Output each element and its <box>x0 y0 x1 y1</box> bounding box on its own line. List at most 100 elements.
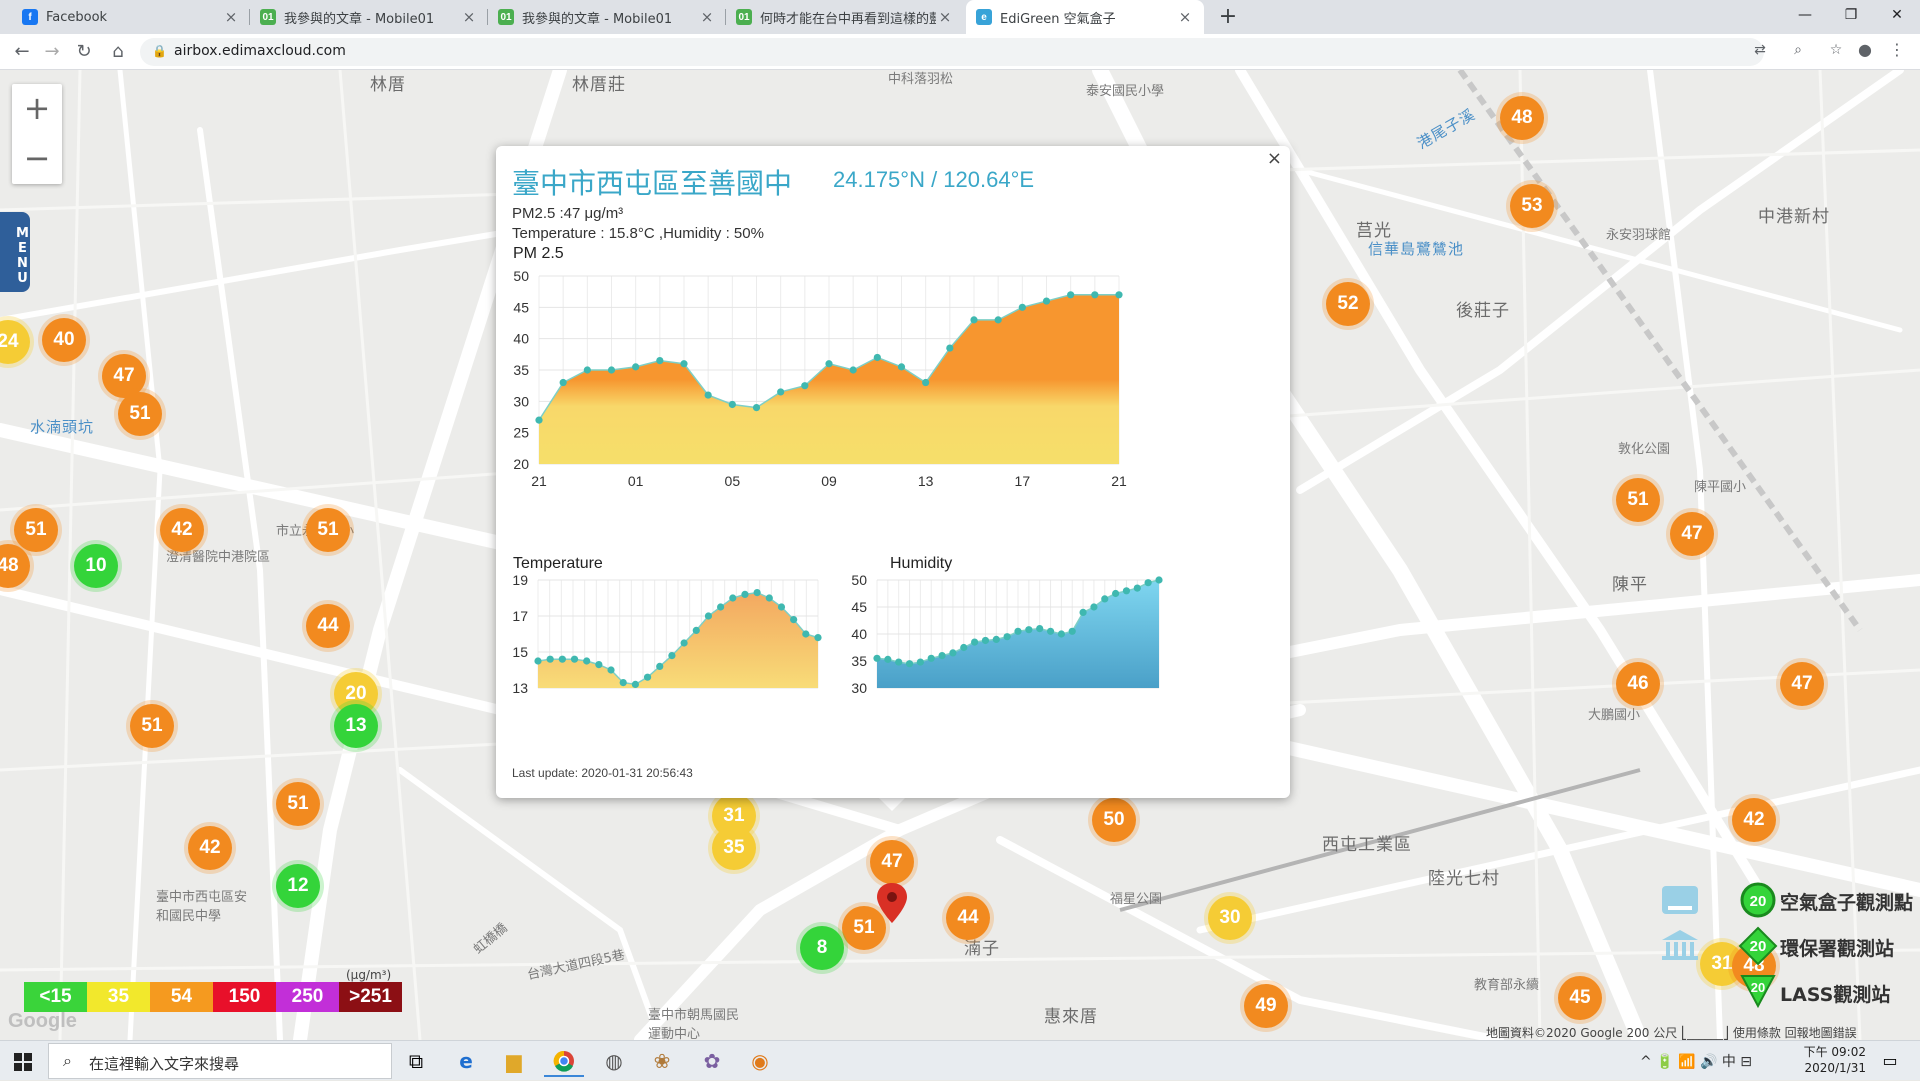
data-point <box>1133 584 1141 592</box>
data-point <box>631 680 639 688</box>
airbox-marker[interactable]: 12 <box>276 864 320 908</box>
minimize-button[interactable]: — <box>1782 0 1828 30</box>
airbox-marker[interactable]: 51 <box>118 392 162 436</box>
zoom-control: + − <box>12 84 62 184</box>
map-label: 中科落羽松 <box>888 72 954 87</box>
airbox-marker[interactable]: 30 <box>1208 896 1252 940</box>
legend-cell: 250 <box>276 982 339 1012</box>
task-view-icon[interactable]: ⧉ <box>396 1045 436 1077</box>
airbox-marker[interactable]: 51 <box>130 704 174 748</box>
airbox-marker[interactable]: 8 <box>800 926 844 970</box>
taskbar-search[interactable]: ⌕ 在這裡輸入文字來搜尋 <box>48 1043 392 1079</box>
profile-icon[interactable]: ● <box>1852 40 1878 64</box>
reload-icon[interactable]: ↻ <box>70 38 98 66</box>
tab-close-icon[interactable]: × <box>936 8 954 26</box>
restore-button[interactable]: ❐ <box>1828 0 1874 30</box>
airbox-marker[interactable]: 51 <box>1616 478 1660 522</box>
tab-close-icon[interactable]: × <box>460 8 478 26</box>
airbox-marker[interactable]: 51 <box>14 508 58 552</box>
airbox-marker[interactable]: 50 <box>1092 798 1136 842</box>
airbox-marker[interactable]: 44 <box>946 896 990 940</box>
y-tick-label: 40 <box>851 626 867 642</box>
data-point <box>741 590 749 598</box>
y-tick-label: 50 <box>851 572 867 588</box>
sample-value: 20 <box>1751 980 1765 995</box>
tab-mobile01-2[interactable]: 01 我參與的文章 - Mobile01 × <box>488 0 726 34</box>
data-point <box>656 357 664 365</box>
home-icon[interactable]: ⌂ <box>104 38 132 66</box>
location-pin-icon[interactable] <box>877 883 907 923</box>
clock[interactable]: 下午 09:02 2020/1/31 <box>1796 1044 1866 1076</box>
close-icon[interactable]: × <box>1267 148 1282 169</box>
airbox-marker[interactable]: 13 <box>334 704 378 748</box>
airbox-marker[interactable]: 35 <box>712 826 756 870</box>
airbox-marker[interactable]: 42 <box>160 508 204 552</box>
tab-close-icon[interactable]: × <box>698 8 716 26</box>
app-icon[interactable]: ◍ <box>594 1045 634 1077</box>
airbox-marker[interactable]: 49 <box>1244 984 1288 1028</box>
windows-start-icon[interactable] <box>6 1049 40 1075</box>
y-tick-label: 13 <box>512 680 528 696</box>
airbox-marker[interactable]: 42 <box>188 826 232 870</box>
airbox-marker[interactable]: 44 <box>306 604 350 648</box>
bookmark-star-icon[interactable]: ☆ <box>1824 42 1848 62</box>
data-point <box>1101 595 1109 603</box>
tab-mobile01-3[interactable]: 01 何時才能在台中再看到這樣的藍天 × <box>726 0 964 34</box>
tab-edigreen[interactable]: e EdiGreen 空氣盒子 × <box>966 0 1204 34</box>
tab-close-icon[interactable]: × <box>1176 8 1194 26</box>
data-point <box>595 661 603 669</box>
map-label: 臺中市西屯區安和國民中學 <box>156 890 248 924</box>
data-point <box>960 643 968 652</box>
tab-mobile01-1[interactable]: 01 我參與的文章 - Mobile01 × <box>250 0 488 34</box>
data-point <box>1067 291 1075 299</box>
epa-legend-label: 環保署觀測站 <box>1780 938 1895 960</box>
tab-close-icon[interactable]: × <box>222 8 240 26</box>
airbox-marker[interactable]: 47 <box>1670 512 1714 556</box>
epa-marker-sample: 20 <box>1738 926 1778 966</box>
airbox-marker[interactable]: 46 <box>1616 662 1660 706</box>
forward-icon[interactable]: → <box>38 38 66 66</box>
data-point <box>1112 589 1120 598</box>
address-bar[interactable]: 🔒 airbox.edimaxcloud.com ⇄ ⌕ ☆ <box>140 38 1842 66</box>
app-icon[interactable]: ❀ <box>642 1045 682 1077</box>
y-tick-label: 20 <box>513 456 529 472</box>
airbox-marker[interactable]: 10 <box>74 544 118 588</box>
airbox-marker[interactable]: 48 <box>1500 96 1544 140</box>
last-update: Last update: 2020-01-31 20:56:43 <box>512 766 693 780</box>
zoom-out-button[interactable]: − <box>12 134 62 184</box>
lass-marker-sample: 20 <box>1740 975 1776 1008</box>
airbox-marker[interactable]: 47 <box>1780 662 1824 706</box>
legend-cell: >251 <box>339 982 402 1012</box>
app-icon[interactable]: ✿ <box>692 1045 732 1077</box>
airbox-marker[interactable]: 47 <box>870 840 914 884</box>
airbox-marker[interactable]: 53 <box>1510 184 1554 228</box>
file-explorer-icon[interactable]: ▆ <box>494 1045 534 1077</box>
edge-icon[interactable]: e <box>446 1045 486 1077</box>
notification-icon[interactable]: ▭ <box>1870 1045 1910 1077</box>
airbox-marker[interactable]: 42 <box>1732 798 1776 842</box>
airbox-marker[interactable]: 52 <box>1326 282 1370 326</box>
app-icon[interactable]: ◉ <box>740 1045 780 1077</box>
close-window-button[interactable]: ✕ <box>1874 0 1920 30</box>
data-point <box>873 353 881 362</box>
menu-dots-icon[interactable]: ⋮ <box>1884 40 1910 64</box>
zoom-icon[interactable]: ⌕ <box>1786 42 1810 62</box>
chrome-icon[interactable] <box>544 1045 584 1077</box>
back-icon[interactable]: ← <box>8 38 36 66</box>
translate-icon[interactable]: ⇄ <box>1748 42 1772 62</box>
data-point <box>704 612 713 620</box>
data-point <box>546 655 554 663</box>
new-tab-button[interactable]: + <box>1214 3 1242 31</box>
airbox-marker[interactable]: 51 <box>306 508 350 552</box>
data-point <box>753 589 761 597</box>
legend-unit: (μg/m³) <box>346 968 392 982</box>
data-point <box>1091 291 1099 299</box>
system-tray[interactable]: ^ 🔋 📶 🔊 中 ⊟ <box>1640 1051 1752 1071</box>
airbox-marker[interactable]: 51 <box>276 782 320 826</box>
menu-tab[interactable]: MENU <box>0 212 30 292</box>
airbox-marker[interactable]: 45 <box>1558 976 1602 1020</box>
data-point <box>905 660 914 668</box>
airbox-marker[interactable]: 40 <box>42 318 86 362</box>
tab-facebook[interactable]: f Facebook × <box>12 0 250 34</box>
zoom-in-button[interactable]: + <box>12 84 62 134</box>
